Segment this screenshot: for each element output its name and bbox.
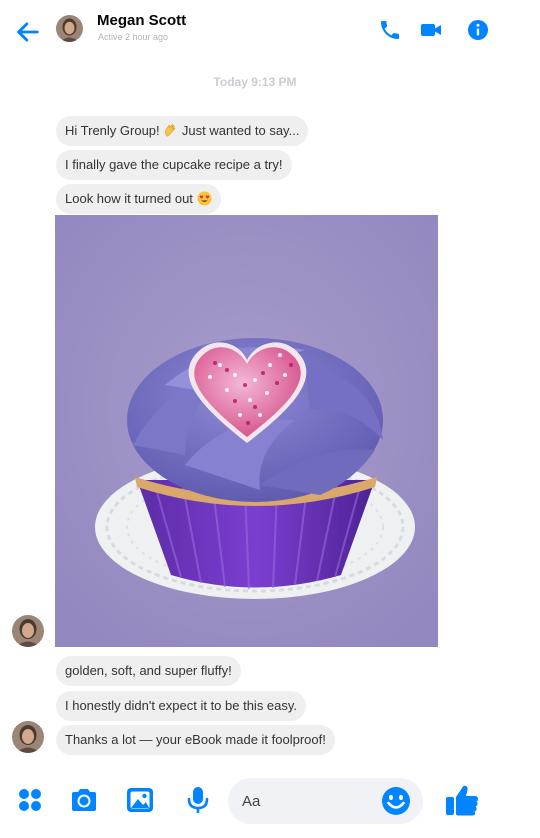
message-bubble[interactable]: Hi Trenly Group! Just wanted to say...: [56, 116, 309, 146]
camera-icon[interactable]: [68, 784, 100, 816]
apps-grid-icon[interactable]: [14, 784, 46, 816]
video-camera-icon[interactable]: [419, 18, 443, 42]
message-composer: [0, 770, 540, 838]
message-text: Thanks a lot — your eBook made it foolpr…: [65, 732, 326, 747]
waving-hand-icon: [165, 123, 176, 137]
message-bubble[interactable]: Look how it turned out: [56, 184, 221, 214]
smiley-icon[interactable]: [380, 785, 412, 817]
conversation-header: Megan Scott Active 2 hour ago: [0, 0, 540, 62]
message-text: I honestly didn't expect it to be this e…: [65, 698, 298, 713]
message-bubble[interactable]: I finally gave the cupcake recipe a try!: [56, 150, 292, 180]
back-arrow-icon[interactable]: [14, 18, 42, 46]
avatar[interactable]: [12, 615, 44, 647]
info-icon[interactable]: [466, 18, 490, 42]
message-text: Hi Trenly Group!: [65, 123, 164, 138]
thumbs-up-icon[interactable]: [444, 782, 480, 818]
contact-name[interactable]: Megan Scott: [97, 12, 186, 29]
avatar[interactable]: [12, 721, 44, 753]
avatar[interactable]: [56, 15, 83, 42]
message-bubble[interactable]: golden, soft, and super fluffy!: [56, 656, 241, 686]
message-text: I finally gave the cupcake recipe a try!: [65, 157, 283, 172]
message-timestamp: Today 9:13 PM: [213, 75, 297, 89]
active-status: Active 2 hour ago: [98, 32, 169, 42]
message-input-wrapper: [228, 778, 423, 824]
phone-icon[interactable]: [378, 18, 402, 42]
message-bubble[interactable]: I honestly didn't expect it to be this e…: [56, 691, 307, 721]
microphone-icon[interactable]: [182, 784, 214, 816]
message-text: golden, soft, and super fluffy!: [65, 663, 232, 678]
message-input[interactable]: [242, 778, 382, 824]
gallery-icon[interactable]: [124, 784, 156, 816]
message-bubble[interactable]: Thanks a lot — your eBook made it foolpr…: [56, 725, 335, 755]
message-text: Just wanted to say...: [181, 123, 300, 138]
message-text: Look how it turned out: [65, 191, 197, 206]
heart-eyes-face-icon: [197, 191, 212, 206]
cupcake-photo[interactable]: [55, 215, 438, 647]
